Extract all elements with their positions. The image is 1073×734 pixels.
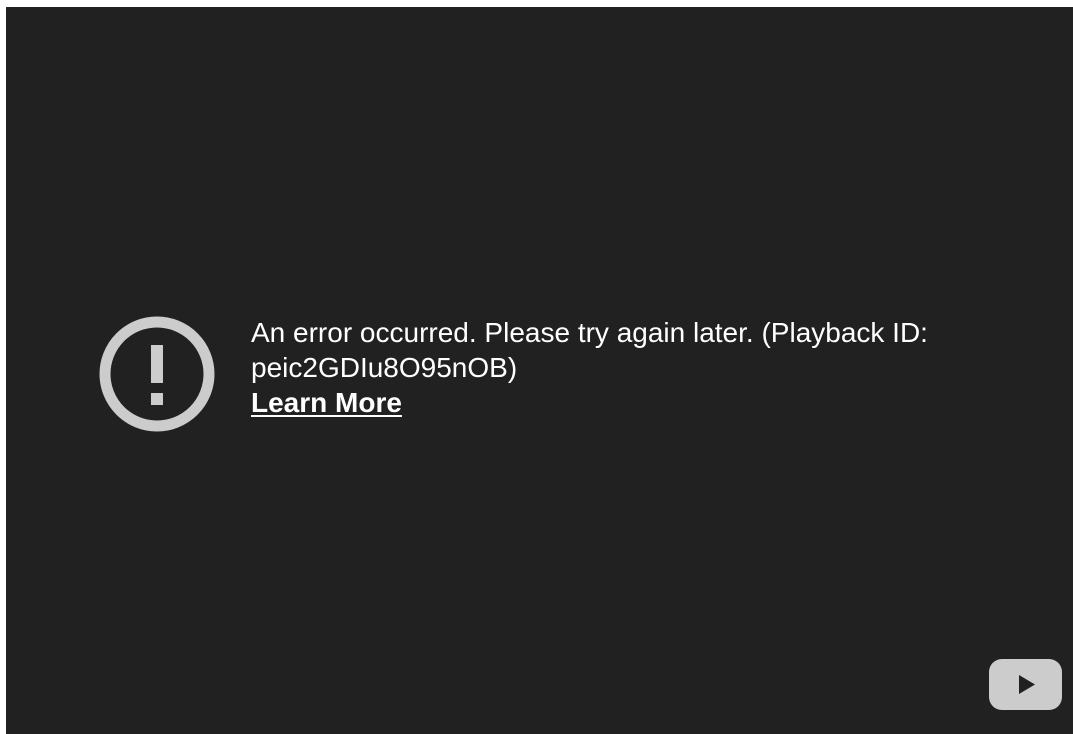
error-panel: An error occurred. Please try again late… — [98, 315, 1011, 433]
error-exclamation-icon — [99, 316, 215, 432]
video-player-frame: An error occurred. Please try again late… — [6, 7, 1073, 734]
error-text-container: An error occurred. Please try again late… — [251, 315, 1011, 420]
error-message-text: An error occurred. Please try again late… — [251, 317, 754, 348]
learn-more-link[interactable]: Learn More — [251, 385, 402, 420]
youtube-logo-icon[interactable] — [989, 659, 1062, 710]
error-message: An error occurred. Please try again late… — [251, 315, 1011, 385]
